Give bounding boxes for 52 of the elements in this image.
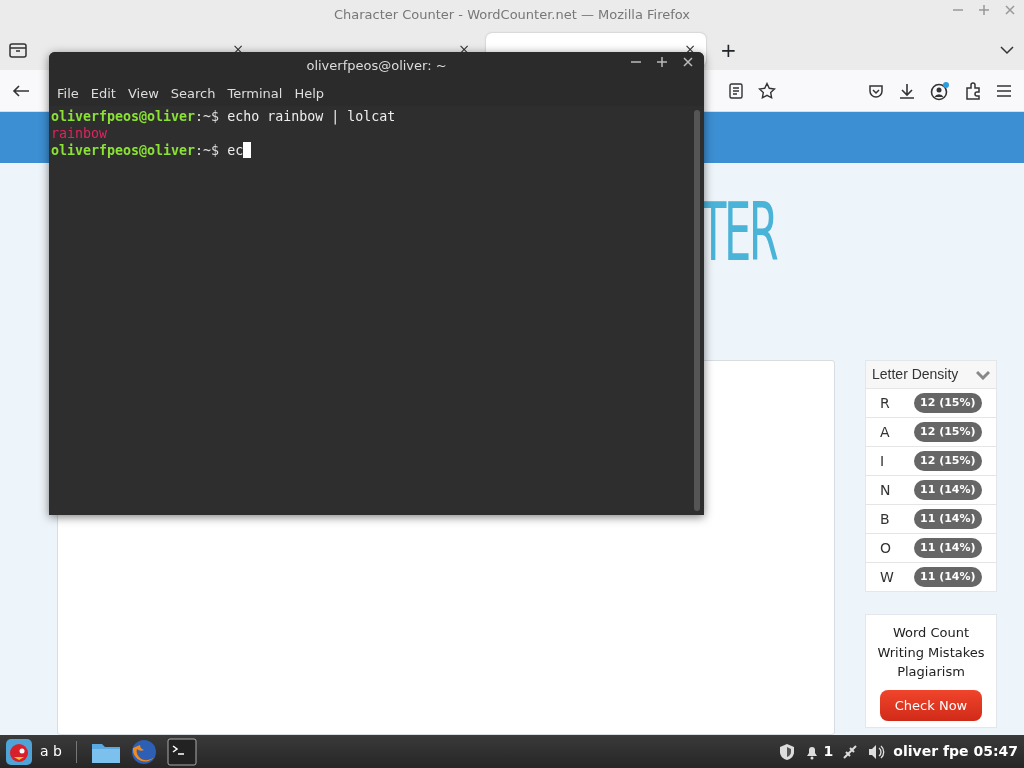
new-tab-button[interactable]: + (712, 35, 745, 65)
window-title: oliverfpeos@oliver: ~ (306, 57, 447, 76)
launcher-label: a b (40, 742, 62, 761)
tab-list-icon[interactable] (8, 41, 28, 59)
ad-text: Writing Mistakes (877, 643, 985, 662)
menu-item[interactable]: View (121, 80, 165, 106)
menu-item[interactable]: Terminal (221, 80, 289, 106)
close-icon[interactable] (682, 56, 694, 68)
letter-label: N (880, 480, 892, 500)
network-off-icon[interactable] (841, 742, 860, 761)
count-badge: 12 (15%) (914, 421, 982, 443)
ad-text: Plagiarism (897, 663, 965, 681)
maximize-icon[interactable] (656, 56, 668, 68)
check-now-button[interactable]: Check Now (880, 689, 982, 721)
menu-icon[interactable] (996, 83, 1012, 98)
letter-label: R (880, 393, 891, 413)
account-icon[interactable] (930, 80, 950, 101)
terminal-icon[interactable] (166, 737, 197, 766)
bird-icon[interactable] (6, 738, 32, 765)
count-badge: 11 (14%) (914, 537, 982, 559)
letter-label: W (880, 567, 892, 587)
count-badge: 11 (14%) (914, 479, 982, 501)
letter-label: B (880, 509, 891, 529)
notification-count: 1 (823, 742, 834, 761)
terminal-line: oliverfpeos@oliver:~$ echo rainbow | lolcat (51, 108, 397, 125)
menu-item[interactable]: Search (164, 80, 222, 106)
back-icon[interactable] (12, 83, 30, 98)
count-badge: 11 (14%) (914, 566, 982, 588)
menu-item[interactable]: Help (288, 80, 331, 106)
download-icon[interactable] (898, 81, 916, 100)
terminal-output: rainbow (51, 125, 109, 142)
pocket-icon[interactable] (868, 82, 884, 99)
ad-text: Word Count (892, 624, 970, 642)
count-badge: 12 (15%) (914, 392, 982, 414)
letter-label: O (880, 538, 892, 558)
clock: oliver fpe 05:47 (893, 742, 1018, 761)
scrollbar[interactable] (694, 110, 700, 511)
chevron-down-icon[interactable] (1000, 45, 1014, 55)
window-title: Character Counter - WordCounter.net — Mozilla Firefox (333, 6, 691, 25)
menu-item[interactable]: File (51, 80, 85, 106)
star-icon[interactable] (758, 81, 776, 100)
letter-label: A (880, 422, 891, 442)
extensions-icon[interactable] (964, 81, 982, 100)
menu-item[interactable]: Edit (84, 80, 122, 106)
count-badge: 11 (14%) (914, 508, 982, 530)
panel-title: Letter Density (872, 365, 959, 384)
terminal-line: oliverfpeos@oliver:~$ ec (51, 142, 702, 159)
letter-label: I (880, 451, 886, 471)
reader-view-icon[interactable] (728, 82, 744, 99)
shield-icon[interactable] (777, 742, 796, 761)
page-heading: TER (700, 193, 777, 273)
count-badge: 12 (15%) (914, 450, 982, 472)
